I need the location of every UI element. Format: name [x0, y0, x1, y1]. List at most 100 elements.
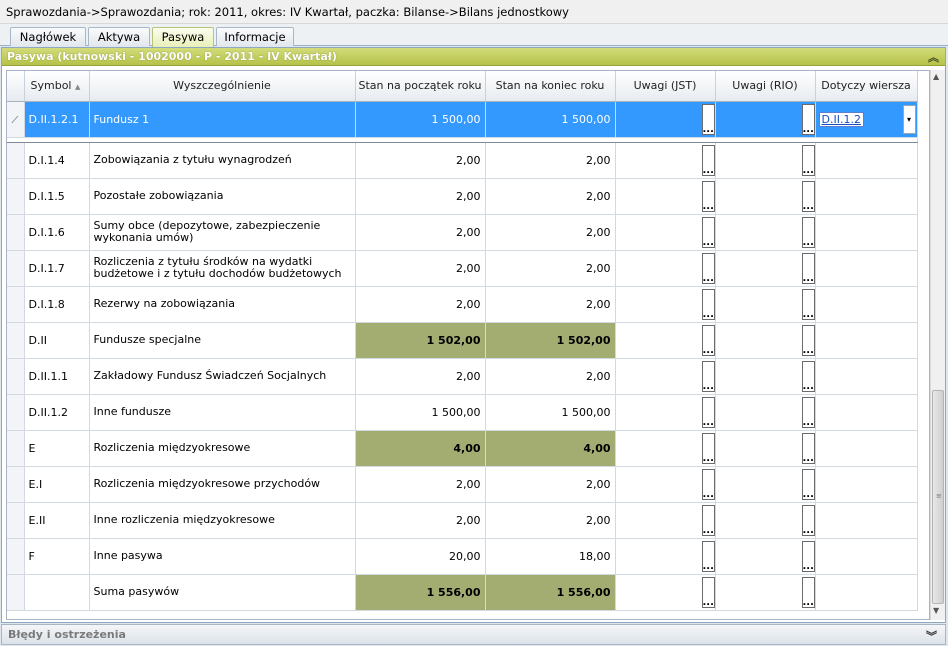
cell-dotyczy[interactable]: [815, 322, 918, 359]
cell-end[interactable]: 1 500,00: [485, 394, 616, 431]
table-row[interactable]: D.I.1.6 Sumy obce (depozytowe, zabezpiecz…: [7, 214, 918, 251]
cell-dotyczy[interactable]: [815, 394, 918, 431]
cell-uwagi-jst[interactable]: ...: [615, 250, 716, 287]
cell-uwagi-jst[interactable]: ...: [615, 358, 716, 395]
cell-start[interactable]: 2,00: [355, 358, 486, 395]
ellipsis-button[interactable]: ...: [701, 360, 714, 392]
row-selector[interactable]: [7, 358, 25, 395]
cell-end[interactable]: 2,00: [485, 142, 616, 179]
cell-symbol[interactable]: E: [24, 430, 90, 467]
cell-symbol[interactable]: D.I.1.5: [24, 178, 90, 215]
cell-start[interactable]: 1 500,00: [355, 101, 486, 138]
cell-uwagi-rio[interactable]: ...: [715, 466, 816, 503]
table-row[interactable]: D.I.1.5 Pozostałe zobowiązania 2,00 2,00...…: [7, 178, 918, 215]
ellipsis-button[interactable]: ...: [701, 180, 714, 212]
ellipsis-button[interactable]: ...: [701, 540, 714, 572]
ellipsis-button[interactable]: ...: [701, 103, 714, 135]
ellipsis-button[interactable]: ...: [701, 396, 714, 428]
table-row[interactable]: E.II Inne rozliczenia międzyokresowe 2,00 2…: [7, 502, 918, 539]
cell-uwagi-jst[interactable]: ...: [615, 101, 716, 138]
cell-name[interactable]: Suma pasywów: [89, 574, 356, 611]
cell-symbol[interactable]: D.I.1.6: [24, 214, 90, 251]
cell-name[interactable]: Fundusze specjalne: [89, 322, 356, 359]
cell-dotyczy[interactable]: [815, 214, 918, 251]
table-row-selected[interactable]: ⁄ D.II.1.2.1 Fundusz 1 1 500,00 1 500,00…: [7, 101, 918, 138]
cell-end[interactable]: 1 502,00: [485, 322, 616, 359]
scroll-down-icon[interactable]: ▼: [933, 606, 939, 615]
row-selector[interactable]: [7, 502, 25, 539]
ellipsis-button[interactable]: ...: [801, 252, 814, 284]
row-selector[interactable]: ⁄: [7, 101, 25, 138]
cell-uwagi-jst[interactable]: ...: [615, 178, 716, 215]
ellipsis-button[interactable]: ...: [801, 103, 814, 135]
table-row[interactable]: D.I.1.7 Rozliczenia z tytułu środków na w…: [7, 250, 918, 287]
cell-end[interactable]: 2,00: [485, 286, 616, 323]
cell-uwagi-rio[interactable]: ...: [715, 430, 816, 467]
tab-pasywa[interactable]: Pasywa: [152, 27, 214, 47]
cell-symbol[interactable]: F: [24, 538, 90, 575]
ellipsis-button[interactable]: ...: [701, 576, 714, 608]
table-row[interactable]: E Rozliczenia międzyokresowe 4,00 4,00.....…: [7, 430, 918, 467]
cell-start[interactable]: 2,00: [355, 178, 486, 215]
cell-name[interactable]: Rezerwy na zobowiązania: [89, 286, 356, 323]
cell-end[interactable]: 1 500,00: [485, 101, 616, 138]
cell-start[interactable]: 2,00: [355, 142, 486, 179]
ellipsis-button[interactable]: ...: [801, 504, 814, 536]
cell-uwagi-rio[interactable]: ...: [715, 538, 816, 575]
column-header-end[interactable]: Stan na koniec roku: [485, 71, 616, 102]
cell-symbol[interactable]: D.II.1.2: [24, 394, 90, 431]
cell-end[interactable]: 2,00: [485, 214, 616, 251]
cell-dotyczy[interactable]: [815, 142, 918, 179]
cell-end[interactable]: 1 556,00: [485, 574, 616, 611]
cell-uwagi-jst[interactable]: ...: [615, 538, 716, 575]
cell-start[interactable]: 1 502,00: [355, 322, 486, 359]
row-selector[interactable]: [7, 394, 25, 431]
row-selector[interactable]: [7, 142, 25, 179]
cell-start[interactable]: 2,00: [355, 250, 486, 287]
column-header-start[interactable]: Stan na początek roku: [355, 71, 486, 102]
cell-uwagi-rio[interactable]: ...: [715, 250, 816, 287]
cell-symbol[interactable]: D.I.1.4: [24, 142, 90, 179]
cell-uwagi-jst[interactable]: ...: [615, 502, 716, 539]
table-row[interactable]: E.I Rozliczenia międzyokresowe przychodów…: [7, 466, 918, 503]
cell-name[interactable]: Fundusz 1: [89, 101, 356, 138]
ellipsis-button[interactable]: ...: [701, 504, 714, 536]
scroll-up-icon[interactable]: ▲: [933, 72, 939, 81]
row-selector[interactable]: [7, 322, 25, 359]
ellipsis-button[interactable]: ...: [701, 324, 714, 356]
cell-dotyczy[interactable]: [815, 286, 918, 323]
cell-uwagi-jst[interactable]: ...: [615, 394, 716, 431]
cell-dotyczy[interactable]: [815, 502, 918, 539]
dotyczy-value[interactable]: D.II.1.2: [818, 111, 864, 127]
cell-name[interactable]: Zobowiązania z tytułu wynagrodzeń: [89, 142, 356, 179]
cell-start[interactable]: 1 500,00: [355, 394, 486, 431]
cell-uwagi-jst[interactable]: ...: [615, 574, 716, 611]
ellipsis-button[interactable]: ...: [801, 324, 814, 356]
table-row[interactable]: Suma pasywów 1 556,00 1 556,00......: [7, 574, 918, 611]
cell-end[interactable]: 2,00: [485, 502, 616, 539]
cell-uwagi-rio[interactable]: ...: [715, 322, 816, 359]
cell-start[interactable]: 20,00: [355, 538, 486, 575]
cell-dotyczy[interactable]: [815, 430, 918, 467]
double-chevron-down-icon[interactable]: ︾: [926, 628, 937, 644]
cell-end[interactable]: 2,00: [485, 358, 616, 395]
cell-name[interactable]: Zakładowy Fundusz Świadczeń Socjalnych: [89, 358, 356, 395]
cell-dotyczy[interactable]: [815, 574, 918, 611]
row-selector[interactable]: [7, 430, 25, 467]
row-selector[interactable]: [7, 250, 25, 287]
cell-symbol[interactable]: D.I.1.8: [24, 286, 90, 323]
cell-symbol[interactable]: D.I.1.7: [24, 250, 90, 287]
cell-name[interactable]: Rozliczenia z tytułu środków na wydatki …: [89, 250, 356, 287]
cell-dotyczy[interactable]: [815, 466, 918, 503]
ellipsis-button[interactable]: ...: [801, 144, 814, 176]
row-selector[interactable]: [7, 538, 25, 575]
cell-dotyczy[interactable]: [815, 250, 918, 287]
cell-end[interactable]: 2,00: [485, 250, 616, 287]
cell-name[interactable]: Pozostałe zobowiązania: [89, 178, 356, 215]
column-header-dotyczy[interactable]: Dotyczy wiersza: [815, 71, 918, 102]
table-row[interactable]: D.I.1.4 Zobowiązania z tytułu wynagrodzeń…: [7, 142, 918, 179]
cell-name[interactable]: Inne pasywa: [89, 538, 356, 575]
dropdown-arrow-icon[interactable]: ▾: [902, 104, 916, 134]
table-row[interactable]: D.I.1.8 Rezerwy na zobowiązania 2,00 2,00..…: [7, 286, 918, 323]
cell-uwagi-jst[interactable]: ...: [615, 466, 716, 503]
